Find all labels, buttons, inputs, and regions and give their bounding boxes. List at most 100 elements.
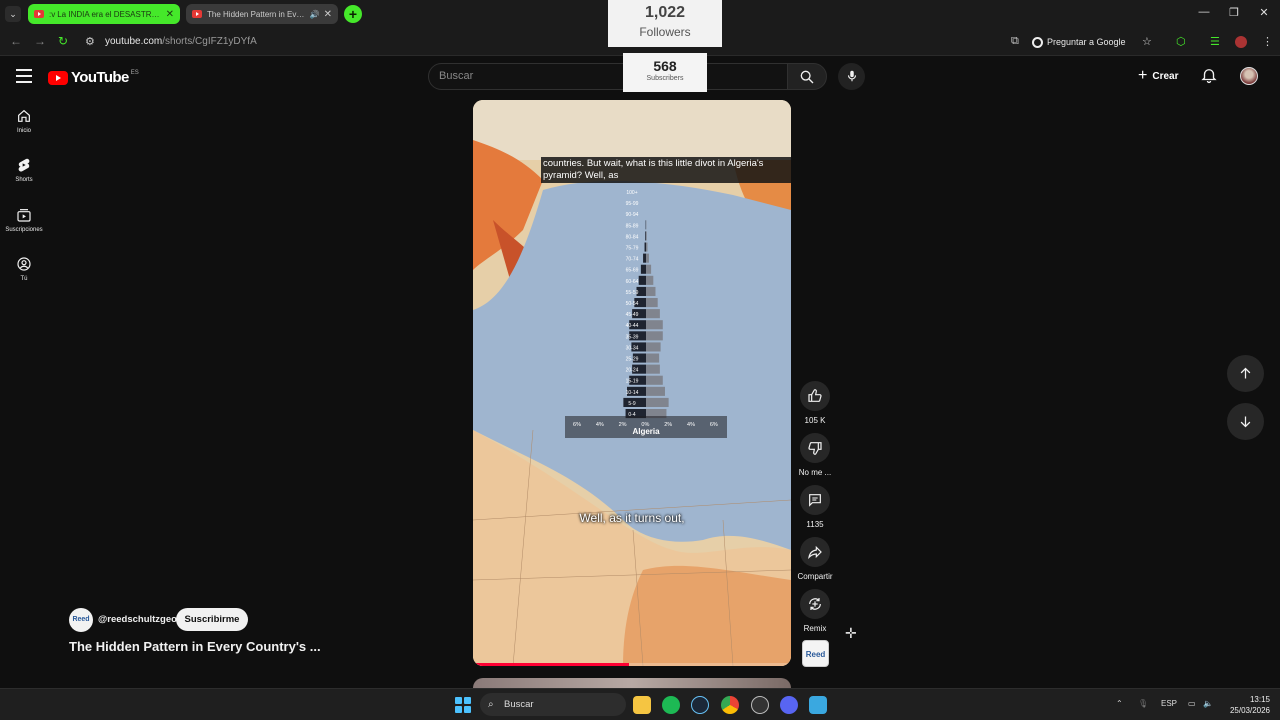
close-window-button[interactable]: ✕ xyxy=(1254,6,1274,19)
sidebar-item-label: Suscripciones xyxy=(5,227,43,233)
pyramid-bar-female xyxy=(646,320,663,330)
microphone-tray-icon[interactable]: 🎙 xyxy=(1138,699,1148,708)
pyramid-title: Algeria xyxy=(632,427,660,436)
video-progress-bar[interactable] xyxy=(473,663,791,666)
sidebar-item-you[interactable]: Tú xyxy=(0,256,48,282)
restore-button[interactable]: ❐ xyxy=(1224,6,1244,19)
audio-playing-icon[interactable]: 🔊 xyxy=(310,10,320,19)
you-icon xyxy=(17,257,31,271)
youtube-logo[interactable]: YouTube ES xyxy=(48,69,139,86)
tab-search-menu-button[interactable]: ⌄ xyxy=(5,6,21,22)
ask-google-button[interactable]: Preguntar a Google xyxy=(1032,34,1126,50)
pyramid-bar-male xyxy=(644,242,646,252)
sidebar-item-label: Shorts xyxy=(15,177,33,183)
next-video-preview[interactable] xyxy=(473,678,791,688)
subscribe-button[interactable]: Suscribirme xyxy=(176,608,248,631)
browser-menu-icon[interactable]: ⋮ xyxy=(1262,35,1273,48)
pyramid-bar-male xyxy=(638,275,646,285)
sidebar-item-inicio[interactable]: Inicio xyxy=(0,108,48,134)
pyramid-axis-tick: 4% xyxy=(596,422,604,428)
browser-tab-1[interactable]: :v La INDIA era el DESASTRE q ✕ xyxy=(28,4,180,24)
pyramid-bar-female xyxy=(646,342,661,352)
comments-button[interactable] xyxy=(800,485,830,515)
tab-title: The Hidden Pattern in Every xyxy=(207,9,307,19)
url-field[interactable]: youtube.com/shorts/CgIFZ1yDYfA xyxy=(105,36,257,47)
sidebar-item-shorts[interactable]: Shorts xyxy=(0,157,48,183)
pyramid-age-label: 55-59 xyxy=(626,290,639,296)
taskbar-search[interactable]: ⌕ Buscar xyxy=(480,693,626,716)
back-icon[interactable]: ← xyxy=(10,34,22,48)
minimize-button[interactable]: — xyxy=(1194,6,1214,18)
system-clock[interactable]: 13:15 25/03/2026 xyxy=(1226,694,1270,716)
bookmark-star-icon[interactable]: ☆ xyxy=(1142,35,1152,48)
video-progress-fill xyxy=(473,663,629,666)
pyramid-age-label: 35-39 xyxy=(626,334,639,340)
pyramid-age-label: 60-64 xyxy=(626,279,639,285)
voice-search-button[interactable] xyxy=(838,63,865,90)
pyramid-axis-tick: 6% xyxy=(573,422,581,428)
search-input[interactable] xyxy=(439,70,779,82)
browser-tab-2[interactable]: The Hidden Pattern in Every 🔊 ✕ xyxy=(186,4,338,24)
pyramid-age-label: 90-94 xyxy=(626,212,639,218)
show-hidden-icons-icon[interactable]: ⌃ xyxy=(1116,699,1123,708)
site-info-icon[interactable]: ⚙ xyxy=(85,35,95,48)
pyramid-bar-female xyxy=(646,331,663,341)
discord-icon[interactable] xyxy=(780,696,798,714)
sidebar-item-label: Tú xyxy=(20,276,28,282)
pyramid-bar-male xyxy=(645,231,646,241)
share-button[interactable] xyxy=(800,537,830,567)
subscribers-widget: 568 Subscribers xyxy=(623,53,707,92)
pyramid-age-label: 65-69 xyxy=(626,268,639,274)
forward-icon[interactable]: → xyxy=(34,34,46,48)
pyramid-age-label: 30-34 xyxy=(626,345,639,351)
extensions-icon[interactable]: ⬡ xyxy=(1176,35,1186,48)
sidebar-item-subscriptions[interactable]: Suscripciones xyxy=(0,207,48,233)
chrome-icon[interactable] xyxy=(721,696,739,714)
remix-button[interactable] xyxy=(800,589,830,619)
volume-icon[interactable]: 🔈 xyxy=(1203,699,1213,708)
windows-taskbar: ⌕ Buscar ⌃ 🎙 ESP ▭ 🔈 13:15 25/03/2026 xyxy=(0,688,1280,720)
steam-icon[interactable] xyxy=(691,696,709,714)
close-tab-icon[interactable]: ✕ xyxy=(166,9,174,20)
file-explorer-icon[interactable] xyxy=(633,696,651,714)
language-indicator[interactable]: ESP xyxy=(1161,699,1177,708)
spotify-icon[interactable] xyxy=(662,696,680,714)
previous-video-button[interactable] xyxy=(1227,355,1264,392)
notifications-button[interactable] xyxy=(1200,66,1220,86)
pyramid-age-label: 15-19 xyxy=(626,379,639,385)
channel-handle[interactable]: @reedschultzgeo xyxy=(98,614,177,625)
windows-start-icon[interactable] xyxy=(455,697,471,713)
menu-icon[interactable] xyxy=(16,69,32,83)
mouse-cursor-icon: ✛ xyxy=(845,625,857,641)
pyramid-bar-male xyxy=(643,253,646,263)
search-button[interactable] xyxy=(787,63,827,90)
like-button[interactable] xyxy=(800,381,830,411)
media-queue-icon[interactable]: ☰ xyxy=(1210,35,1220,48)
pyramid-age-label: 75-79 xyxy=(626,246,639,252)
arrow-down-icon xyxy=(1240,416,1251,428)
shorts-video-player[interactable]: 100+ 95-99 90-94 85-89 80-84 75-79 70-74 65-69 6… xyxy=(473,100,791,666)
next-video-button[interactable] xyxy=(1227,403,1264,440)
search-icon: ⌕ xyxy=(488,699,494,710)
search-icon xyxy=(800,70,814,84)
ask-google-label: Preguntar a Google xyxy=(1047,37,1126,47)
home-icon xyxy=(18,109,30,122)
pyramid-axis-tick: 2% xyxy=(664,422,672,428)
pyramid-age-label: 10-14 xyxy=(626,390,639,396)
new-tab-button[interactable]: + xyxy=(344,5,362,23)
install-app-icon[interactable]: ⧉ xyxy=(1011,35,1019,48)
profile-avatar-icon[interactable] xyxy=(1235,36,1247,48)
create-button[interactable]: + Crear xyxy=(1132,64,1184,88)
dislike-button[interactable] xyxy=(800,433,830,463)
close-tab-icon[interactable]: ✕ xyxy=(324,9,332,20)
video-title[interactable]: The Hidden Pattern in Every Country's ..… xyxy=(69,639,329,654)
youtube-favicon-icon xyxy=(34,10,44,18)
clock-date: 25/03/2026 xyxy=(1229,706,1270,715)
channel-thumbnail[interactable]: Reed xyxy=(802,640,829,667)
network-icon[interactable]: ▭ xyxy=(1188,699,1196,708)
channel-avatar[interactable]: Reed xyxy=(69,608,93,632)
account-avatar[interactable] xyxy=(1240,67,1258,85)
reload-icon[interactable]: ↻ xyxy=(58,34,68,48)
app-icon[interactable] xyxy=(809,696,827,714)
obs-icon[interactable] xyxy=(751,696,769,714)
